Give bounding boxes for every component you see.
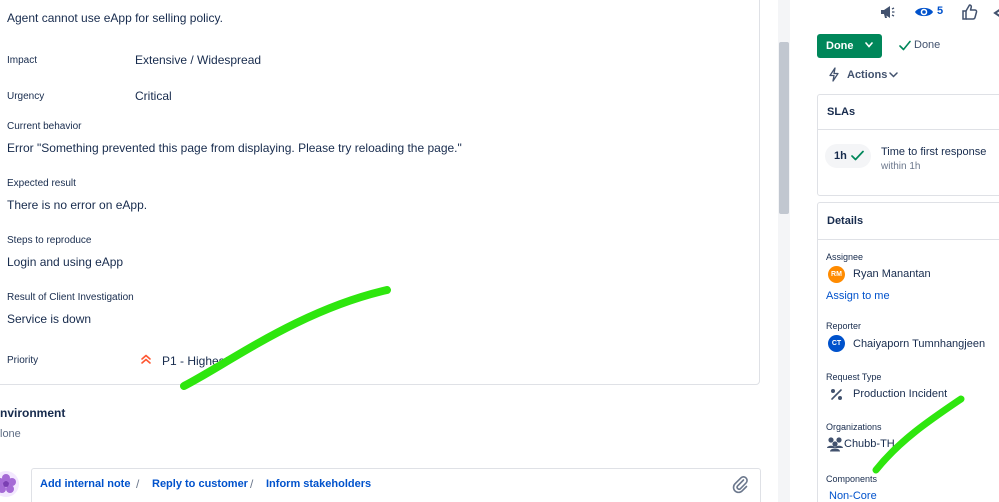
divider [818, 129, 999, 130]
reporter-avatar: CT [828, 335, 845, 352]
sla-time-badge: 1h [825, 144, 871, 168]
divider [818, 239, 999, 240]
impact-value: Extensive / Widespread [135, 53, 262, 67]
status-transition-button[interactable]: Done [817, 34, 882, 58]
assignee-name[interactable]: Ryan Manantan [853, 268, 931, 280]
organizations-label: Organizations [826, 422, 882, 432]
urgency-value: Critical [135, 89, 172, 103]
component-value[interactable]: Non-Core [829, 490, 877, 502]
priority-label: Priority [7, 355, 39, 366]
thumbs-up-icon[interactable] [961, 2, 979, 22]
comment-separator: / [136, 477, 140, 491]
watch-count[interactable]: 5 [937, 5, 943, 17]
expected-result-label: Expected result [7, 178, 76, 189]
steps-to-reproduce-label: Steps to reproduce [7, 235, 92, 246]
current-behavior-value: Error "Something prevented this page fro… [7, 141, 462, 155]
priority-value: P1 - Highest [162, 354, 229, 368]
actions-menu-button[interactable]: Actions [847, 69, 887, 81]
priority-highest-icon [141, 354, 151, 364]
slas-title: SLAs [827, 106, 856, 118]
steps-to-reproduce-value: Login and using eApp [7, 255, 124, 269]
reporter-label: Reporter [826, 321, 862, 331]
request-type-label: Request Type [826, 372, 882, 382]
organization-value[interactable]: Chubb-TH [844, 438, 895, 450]
people-group-icon [827, 437, 843, 452]
client-investigation-label: Result of Client Investigation [7, 292, 134, 303]
impact-label: Impact [7, 55, 38, 66]
share-icon[interactable] [992, 2, 999, 22]
inform-stakeholders-link[interactable]: Inform stakeholders [266, 478, 371, 490]
environment-label: nvironment [0, 406, 66, 420]
comment-box[interactable] [31, 468, 761, 502]
issue-description: Agent cannot use eApp for selling policy… [7, 11, 223, 25]
watch-eye-icon[interactable] [914, 2, 934, 22]
attachment-paperclip-icon[interactable] [731, 474, 749, 494]
sla-name: Time to first response [881, 146, 987, 158]
sla-time-value: 1h [834, 150, 847, 162]
lightning-icon [829, 67, 839, 82]
reply-to-customer-link[interactable]: Reply to customer [152, 478, 248, 490]
sla-target: within 1h [881, 161, 921, 172]
issue-description-card [0, 0, 760, 385]
details-panel: Details [817, 202, 999, 502]
checkmark-icon [899, 40, 911, 51]
expected-result-value: There is no error on eApp. [7, 198, 148, 212]
components-label: Components [826, 474, 878, 484]
comment-separator: / [250, 477, 254, 491]
add-internal-note-link[interactable]: Add internal note [40, 478, 130, 490]
checkmark-icon [851, 150, 864, 161]
user-avatar-icon [0, 471, 19, 497]
urgency-label: Urgency [7, 91, 45, 102]
percent-tools-icon [831, 389, 842, 400]
reporter-name[interactable]: Chaiyaporn Tumnhangjeen [853, 338, 985, 350]
assignee-avatar: RM [828, 266, 845, 283]
current-behavior-label: Current behavior [7, 121, 82, 132]
client-investigation-value: Service is down [7, 312, 92, 326]
environment-value: lone [0, 428, 21, 440]
status-button-label: Done [826, 40, 854, 52]
chevron-down-icon [865, 42, 873, 48]
assign-to-me-link[interactable]: Assign to me [826, 290, 890, 302]
feedback-megaphone-icon[interactable] [878, 2, 896, 22]
assignee-label: Assignee [826, 252, 864, 262]
details-title: Details [827, 215, 864, 227]
resolution-status: Done [914, 39, 941, 51]
chevron-down-icon[interactable] [889, 72, 898, 78]
request-type-value[interactable]: Production Incident [853, 388, 947, 400]
scrollbar-thumb[interactable] [779, 42, 789, 214]
